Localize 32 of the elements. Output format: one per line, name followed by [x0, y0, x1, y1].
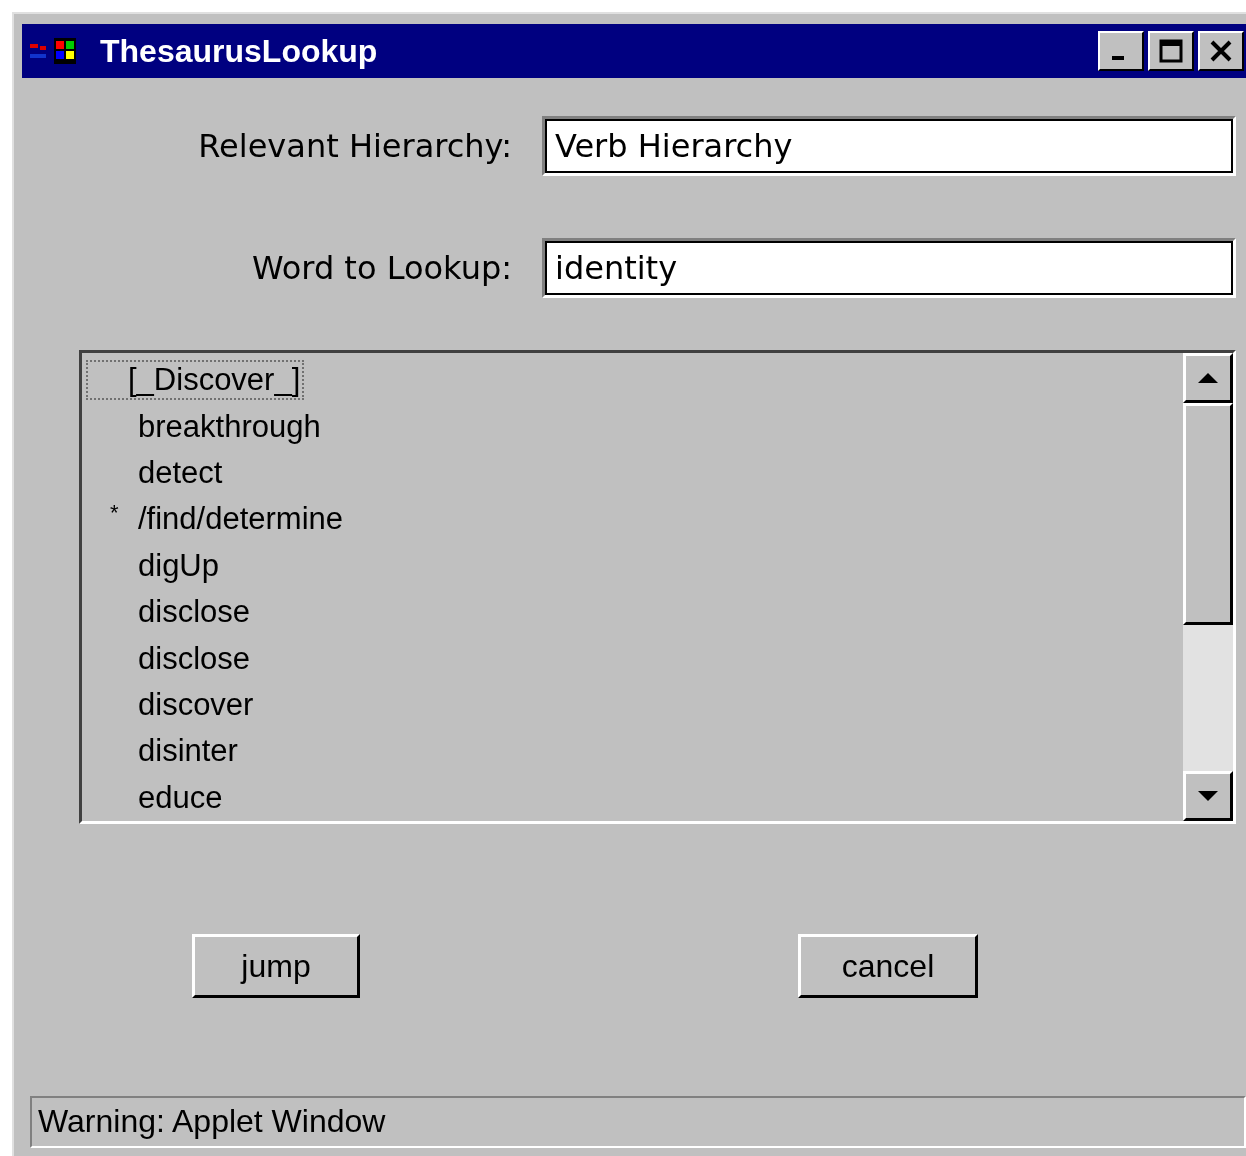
scroll-bar[interactable]: [1183, 353, 1233, 821]
maximize-button[interactable]: [1148, 31, 1194, 71]
list-item[interactable]: discover: [138, 686, 254, 723]
maximize-icon: [1159, 39, 1183, 63]
scroll-down-button[interactable]: [1183, 771, 1233, 821]
scroll-up-button[interactable]: [1183, 353, 1233, 403]
close-button[interactable]: [1198, 31, 1244, 71]
cancel-button[interactable]: cancel: [798, 934, 978, 998]
jump-button[interactable]: jump: [192, 934, 360, 998]
window-title: ThesaurusLookup: [100, 32, 379, 70]
item-marker: *: [110, 500, 119, 527]
minimize-icon: [1112, 56, 1124, 60]
field-label: Relevant Hierarchy:: [197, 127, 512, 165]
input-field[interactable]: Verb Hierarchy: [542, 116, 1236, 176]
down-arrow-icon: [1197, 789, 1219, 803]
list-item[interactable]: disinter: [138, 733, 238, 770]
app-icon: [28, 36, 78, 66]
close-icon: [1209, 39, 1233, 63]
scroll-thumb[interactable]: [1183, 403, 1233, 625]
field-label: Word to Lookup:: [250, 249, 512, 287]
list-item[interactable]: [_Discover_]: [86, 360, 305, 401]
up-arrow-icon: [1197, 371, 1219, 385]
list-item[interactable]: /find/determine: [138, 501, 344, 538]
list-item[interactable]: disclose: [138, 594, 250, 631]
minimize-button[interactable]: [1098, 31, 1144, 71]
status-bar: Warning: Applet Window: [30, 1096, 1246, 1148]
list-item[interactable]: breakthrough: [138, 408, 321, 445]
list-item[interactable]: disclose: [138, 640, 250, 677]
list-item[interactable]: educe: [138, 779, 223, 816]
list-item[interactable]: digUp: [138, 547, 219, 584]
list-item[interactable]: detect: [138, 454, 223, 491]
input-field[interactable]: identity: [542, 238, 1236, 298]
